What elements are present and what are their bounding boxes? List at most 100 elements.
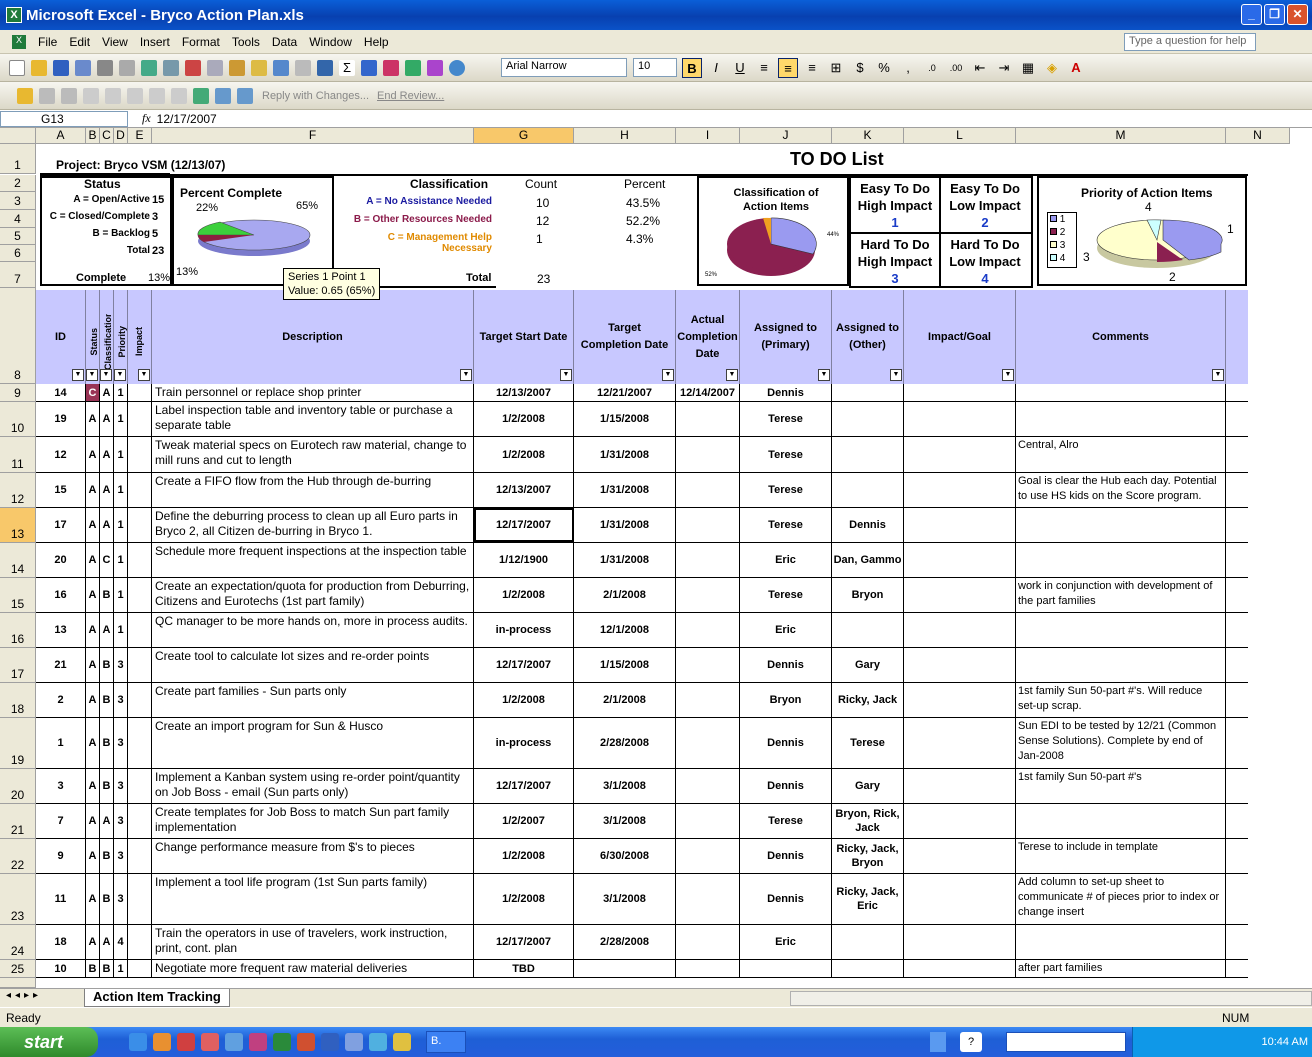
research-icon[interactable] xyxy=(163,59,179,76)
cell-e[interactable] xyxy=(128,874,152,924)
cell-b[interactable]: A xyxy=(86,613,100,647)
row-header-16[interactable]: 16 xyxy=(0,613,36,648)
cell-m[interactable]: work in conjunction with development of … xyxy=(1016,578,1226,612)
cell-j[interactable]: Dennis xyxy=(740,384,832,401)
cell-k[interactable] xyxy=(832,473,904,507)
cell-b[interactable]: C xyxy=(86,384,100,401)
cell-f[interactable]: Tweak material specs on Eurotech raw mat… xyxy=(152,437,474,472)
autofilter-dropdown-icon[interactable]: ▼ xyxy=(86,369,98,381)
accept-change-icon[interactable] xyxy=(171,87,187,104)
cell-m[interactable] xyxy=(1016,402,1226,436)
cell-a[interactable]: 21 xyxy=(36,648,86,682)
cell-i[interactable] xyxy=(676,508,740,542)
cell-e[interactable] xyxy=(128,437,152,472)
drawing-icon[interactable] xyxy=(427,59,443,76)
cell-f[interactable]: Create a FIFO flow from the Hub through … xyxy=(152,473,474,507)
autosum-icon[interactable]: Σ xyxy=(339,59,355,76)
cell-h[interactable]: 1/31/2008 xyxy=(574,543,676,577)
sort-ascending-icon[interactable] xyxy=(361,59,377,76)
cell-f[interactable]: Create an expectation/quota for producti… xyxy=(152,578,474,612)
word-icon[interactable] xyxy=(321,1033,339,1051)
cell-b[interactable]: A xyxy=(86,718,100,768)
cell-j[interactable]: Dennis xyxy=(740,874,832,924)
cell-f[interactable]: Create part families - Sun parts only xyxy=(152,683,474,717)
cell-e[interactable] xyxy=(128,508,152,542)
cell-d[interactable]: 3 xyxy=(114,683,128,717)
cell-e[interactable] xyxy=(128,839,152,873)
cell-m[interactable] xyxy=(1016,648,1226,682)
cell-c[interactable]: C xyxy=(100,543,114,577)
cell-a[interactable]: 18 xyxy=(36,925,86,959)
formula-input[interactable]: 12/17/2007 xyxy=(157,112,217,126)
currency-button[interactable]: $ xyxy=(850,58,870,78)
cell-e[interactable] xyxy=(128,925,152,959)
cell-f[interactable]: Create tool to calculate lot sizes and r… xyxy=(152,648,474,682)
cell-k[interactable]: Gary xyxy=(832,769,904,803)
cell-l[interactable] xyxy=(904,473,1016,507)
cell-d[interactable]: 1 xyxy=(114,402,128,436)
cell-b[interactable]: A xyxy=(86,543,100,577)
cell-d[interactable]: 1 xyxy=(114,543,128,577)
cell-k[interactable]: Dan, Gammo xyxy=(832,543,904,577)
cell-a[interactable]: 9 xyxy=(36,839,86,873)
cell-h[interactable]: 1/31/2008 xyxy=(574,508,676,542)
cell-b[interactable]: A xyxy=(86,437,100,472)
cell-b[interactable]: A xyxy=(86,578,100,612)
cell-l[interactable] xyxy=(904,508,1016,542)
autofilter-dropdown-icon[interactable]: ▼ xyxy=(1002,369,1014,381)
start-button[interactable]: start xyxy=(0,1027,98,1057)
cell-e[interactable] xyxy=(128,718,152,768)
cell-g[interactable]: TBD xyxy=(474,960,574,977)
cell-d[interactable]: 3 xyxy=(114,804,128,838)
show-comment-icon[interactable] xyxy=(83,87,99,104)
cell-i[interactable] xyxy=(676,804,740,838)
delete-comment-icon[interactable] xyxy=(127,87,143,104)
close-button[interactable]: ✕ xyxy=(1287,4,1308,25)
cell-f[interactable]: Train the operators in use of travelers,… xyxy=(152,925,474,959)
decrease-decimal-button[interactable]: .00 xyxy=(946,58,966,78)
cell-d[interactable]: 3 xyxy=(114,718,128,768)
cell-j[interactable]: Terese xyxy=(740,402,832,436)
cell-l[interactable] xyxy=(904,384,1016,401)
cell-d[interactable]: 3 xyxy=(114,648,128,682)
cell-h[interactable]: 2/28/2008 xyxy=(574,925,676,959)
cell-i[interactable] xyxy=(676,683,740,717)
cell-j[interactable]: Terese xyxy=(740,804,832,838)
cell-e[interactable] xyxy=(128,769,152,803)
cell-f[interactable]: Change performance measure from $'s to p… xyxy=(152,839,474,873)
restore-button[interactable]: ❐ xyxy=(1264,4,1285,25)
cell-m[interactable] xyxy=(1016,384,1226,401)
cell-c[interactable]: B xyxy=(100,769,114,803)
autofilter-dropdown-icon[interactable]: ▼ xyxy=(560,369,572,381)
menu-insert[interactable]: Insert xyxy=(140,35,170,49)
cell-k[interactable]: Ricky, Jack, Bryon xyxy=(832,839,904,873)
cell-l[interactable] xyxy=(904,402,1016,436)
cell-e[interactable] xyxy=(128,960,152,977)
cell-h[interactable] xyxy=(574,960,676,977)
cell-l[interactable] xyxy=(904,769,1016,803)
cell-a[interactable]: 13 xyxy=(36,613,86,647)
cell-l[interactable] xyxy=(904,613,1016,647)
row-header-14[interactable]: 14 xyxy=(0,543,36,578)
reply-with-changes-button[interactable]: Reply with Changes... xyxy=(262,90,369,102)
cell-c[interactable]: A xyxy=(100,473,114,507)
undo-icon[interactable] xyxy=(273,59,289,76)
comma-button[interactable]: , xyxy=(898,58,918,78)
menu-help[interactable]: Help xyxy=(364,35,389,49)
cell-m[interactable]: Terese to include in template xyxy=(1016,839,1226,873)
row-header-5[interactable]: 5 xyxy=(0,228,36,245)
cell-j[interactable]: Dennis xyxy=(740,769,832,803)
align-left-button[interactable]: ≡ xyxy=(754,58,774,78)
cell-k[interactable]: Ricky, Jack, Eric xyxy=(832,874,904,924)
italic-button[interactable]: I xyxy=(706,58,726,78)
cell-g[interactable]: 12/13/2007 xyxy=(474,384,574,401)
menu-data[interactable]: Data xyxy=(272,35,297,49)
cell-k[interactable]: Ricky, Jack xyxy=(832,683,904,717)
copy-icon[interactable] xyxy=(207,59,223,76)
app-icon-2[interactable] xyxy=(201,1033,219,1051)
cell-m[interactable] xyxy=(1016,543,1226,577)
autofilter-dropdown-icon[interactable]: ▼ xyxy=(460,369,472,381)
cell-i[interactable] xyxy=(676,769,740,803)
autofilter-dropdown-icon[interactable]: ▼ xyxy=(100,369,112,381)
column-header-b[interactable]: B xyxy=(86,128,100,144)
